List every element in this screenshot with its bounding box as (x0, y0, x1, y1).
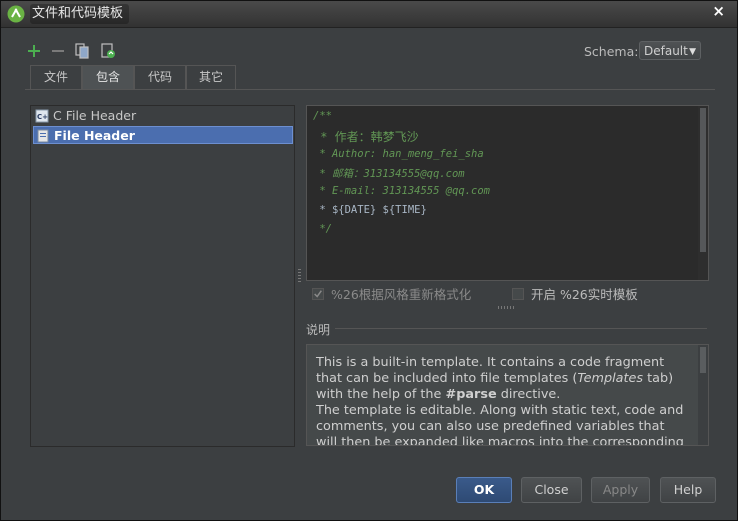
close-button[interactable]: Close (521, 477, 582, 503)
file-and-code-templates-dialog: 文件和代码模板 × Schema: Default ▼ 文件 包含 代码 其它 (0, 0, 738, 521)
schema-dropdown[interactable]: Default ▼ (639, 41, 701, 60)
close-window-button[interactable]: × (712, 2, 725, 20)
list-item-label: C File Header (53, 108, 137, 123)
schema-value: Default (644, 44, 688, 58)
file-template-icon (37, 129, 49, 143)
add-icon[interactable] (25, 41, 43, 61)
template-code-editor[interactable]: /** * 作者：韩梦飞沙 * Author: han_meng_fei_sha… (306, 105, 709, 281)
code-line: * ${DATE} ${TIME} (313, 204, 427, 216)
description-scrollbar[interactable] (698, 345, 708, 445)
window-title: 文件和代码模板 (30, 4, 130, 24)
c-file-icon: C++ (35, 109, 49, 123)
tab-other[interactable]: 其它 (186, 65, 236, 89)
code-line: * 邮箱：313134555@qq.com (313, 168, 465, 180)
list-item-file-header[interactable]: File Header (33, 126, 293, 144)
copy-icon[interactable] (73, 41, 91, 61)
description-separator (335, 328, 707, 329)
list-item-label: File Header (54, 128, 135, 143)
title-bar: 文件和代码模板 × (1, 1, 737, 28)
svg-text:C++: C++ (37, 113, 49, 121)
apply-button[interactable]: Apply (591, 477, 650, 503)
live-template-checkbox[interactable] (512, 288, 524, 300)
code-line: * Author: han_meng_fei_sha (313, 148, 484, 160)
ok-button[interactable]: OK (456, 477, 512, 503)
reset-icon[interactable] (99, 41, 117, 61)
description-panel: This is a built-in template. It contains… (306, 344, 709, 446)
list-item-c-file-header[interactable]: C++ C File Header (33, 107, 293, 125)
help-button[interactable]: Help (660, 477, 716, 503)
chevron-down-icon: ▼ (689, 47, 696, 57)
schema-label: Schema: (584, 44, 639, 59)
description-text: This is a built-in template. It contains… (316, 355, 684, 446)
code-line: */ (313, 223, 332, 235)
code-line: * E-mail: 313134555 @qq.com (313, 185, 491, 197)
editor-scrollbar[interactable] (698, 106, 708, 280)
reformat-checkbox[interactable] (312, 288, 324, 300)
live-template-label: 开启 %26实时模板 (531, 287, 638, 302)
tab-includes[interactable]: 包含 (82, 65, 134, 89)
code-line: * 作者：韩梦飞沙 (313, 130, 419, 144)
android-studio-icon (7, 5, 25, 23)
remove-icon[interactable] (49, 41, 67, 61)
vertical-splitter-handle[interactable] (298, 269, 301, 283)
description-label: 说明 (306, 323, 331, 337)
tab-code[interactable]: 代码 (134, 65, 186, 89)
template-list: C++ C File Header File Header (30, 105, 295, 447)
tab-files[interactable]: 文件 (30, 65, 82, 89)
reformat-label: %26根据风格重新格式化 (331, 287, 472, 302)
code-line: /** (313, 110, 332, 122)
horizontal-splitter-handle[interactable] (498, 306, 514, 309)
